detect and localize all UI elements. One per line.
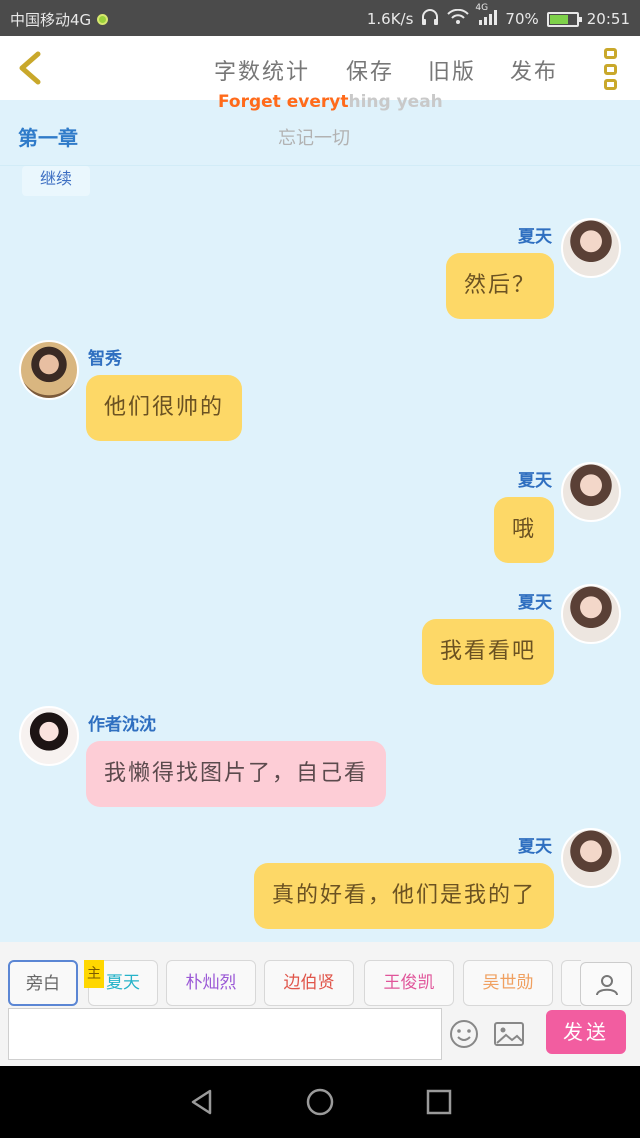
word-count-button[interactable]: 字数统计 bbox=[214, 54, 310, 86]
network-speed: 1.6K/s bbox=[366, 10, 414, 28]
role-chip[interactable]: 朴灿烈 bbox=[166, 960, 256, 1006]
message-input[interactable] bbox=[8, 1008, 442, 1060]
role-chip[interactable]: 边伯贤 bbox=[264, 960, 354, 1006]
old-version-button[interactable]: 旧版 bbox=[428, 54, 476, 86]
sender-name: 夏天 bbox=[518, 227, 552, 247]
signal-icon: 4G bbox=[475, 3, 498, 29]
role-manager-button[interactable] bbox=[580, 962, 632, 1006]
message-bubble[interactable]: 他们很帅的 bbox=[86, 375, 243, 441]
sender-name: 夏天 bbox=[518, 837, 552, 857]
menu-dot-icon bbox=[604, 48, 617, 59]
menu-dot-icon bbox=[604, 63, 617, 75]
battery-icon bbox=[546, 11, 582, 27]
sender-name: 夏天 bbox=[518, 593, 552, 613]
lyric-highlight: Forget everyt bbox=[218, 92, 349, 112]
image-button[interactable] bbox=[492, 1018, 526, 1050]
main-role-badge: 主 bbox=[84, 960, 104, 988]
image-icon bbox=[494, 1022, 524, 1046]
wifi-icon bbox=[447, 8, 470, 29]
sender-name: 智秀 bbox=[88, 349, 122, 369]
recents-square-icon[interactable] bbox=[425, 1088, 453, 1116]
sender-name: 作者沈沈 bbox=[88, 715, 156, 735]
role-chip-overflow[interactable] bbox=[561, 960, 581, 1006]
back-triangle-icon[interactable] bbox=[188, 1088, 216, 1116]
avatar[interactable] bbox=[561, 218, 621, 278]
notification-dot-icon bbox=[97, 14, 109, 25]
smiley-icon bbox=[450, 1020, 478, 1048]
avatar[interactable] bbox=[561, 462, 621, 522]
lyric-rest: hing yeah bbox=[348, 92, 443, 112]
save-button[interactable]: 保存 bbox=[346, 54, 394, 86]
headphones-icon bbox=[421, 9, 439, 29]
avatar[interactable] bbox=[561, 828, 621, 888]
role-chip[interactable]: 王俊凯 bbox=[364, 960, 454, 1006]
send-button[interactable]: 发送 bbox=[546, 1010, 626, 1054]
network-type-label: 4G bbox=[475, 3, 489, 13]
role-chip[interactable]: 旁白 bbox=[8, 960, 78, 1006]
clock: 20:51 bbox=[586, 10, 630, 28]
avatar[interactable] bbox=[19, 340, 79, 400]
message-bubble[interactable]: 然后？ bbox=[445, 253, 554, 319]
message-bubble[interactable]: 真的好看，他们是我的了 bbox=[253, 863, 554, 929]
song-lyric-chinese: 忘记一切 bbox=[278, 128, 350, 149]
avatar[interactable] bbox=[561, 584, 621, 644]
menu-dot-icon bbox=[604, 79, 617, 90]
song-lyric-english: Forget everything yeah bbox=[218, 92, 443, 112]
chapter-title[interactable]: 第一章 bbox=[18, 122, 78, 151]
battery-level-fill bbox=[549, 14, 568, 24]
avatar[interactable] bbox=[19, 706, 79, 766]
message-bubble[interactable]: 我懒得找图片了，自己看 bbox=[86, 741, 387, 807]
role-chip[interactable]: 吴世勋 bbox=[463, 960, 553, 1006]
publish-button[interactable]: 发布 bbox=[510, 54, 558, 86]
carrier-label: 中国移动4G bbox=[10, 11, 92, 29]
home-circle-icon[interactable] bbox=[306, 1088, 334, 1116]
person-icon bbox=[596, 975, 618, 996]
emoji-button[interactable] bbox=[448, 1018, 480, 1050]
message-bubble[interactable]: 哦 bbox=[493, 497, 554, 563]
battery-percent: 70% bbox=[505, 10, 539, 28]
system-nav-bar bbox=[0, 1066, 640, 1138]
sender-name: 夏天 bbox=[518, 471, 552, 491]
chevron-left-icon bbox=[19, 51, 41, 85]
more-menu-button[interactable] bbox=[604, 48, 620, 90]
back-button[interactable] bbox=[12, 48, 50, 88]
continue-chip[interactable]: 继续 bbox=[22, 166, 90, 196]
message-bubble[interactable]: 我看看吧 bbox=[421, 619, 554, 685]
editor-toolbar: 字数统计 保存 旧版 发布 bbox=[0, 36, 640, 100]
status-bar: 中国移动4G 1.6K/s 4G 70% 20:51 bbox=[0, 0, 640, 36]
